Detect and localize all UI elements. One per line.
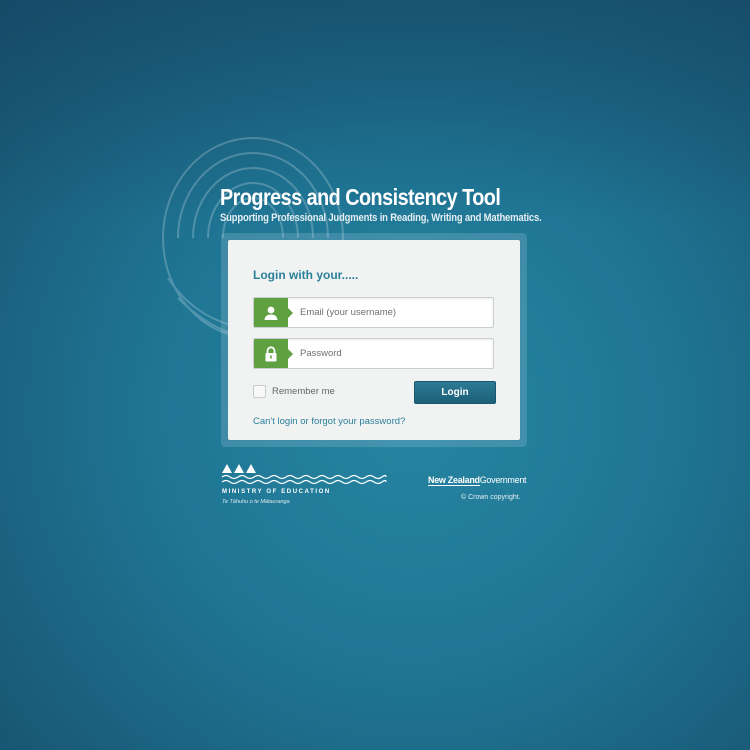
nz-government-text-1: New Zealand	[428, 475, 480, 486]
user-icon	[254, 298, 293, 327]
ministry-maori-name: Te Tāhuhu o te Mātauranga	[222, 499, 290, 505]
login-heading: Login with your.....	[253, 268, 359, 282]
app-subtitle: Supporting Professional Judgments in Rea…	[220, 212, 542, 224]
login-card: Login with your..... Remem	[228, 240, 520, 440]
app-title: Progress and Consistency Tool	[220, 184, 501, 210]
password-field[interactable]	[253, 338, 494, 369]
email-field[interactable]	[253, 297, 494, 328]
copyright-text: © Crown copyright.	[461, 494, 521, 501]
password-input[interactable]	[300, 343, 480, 364]
lock-icon	[254, 339, 293, 368]
login-button[interactable]: Login	[414, 381, 496, 404]
header: Progress and Consistency Tool Supporting…	[220, 183, 542, 225]
remember-me-checkbox[interactable]	[253, 385, 266, 398]
remember-me-label[interactable]: Remember me	[272, 386, 335, 397]
nz-government-text-2: Government	[479, 475, 527, 485]
ministry-name: MINISTRY OF EDUCATION	[222, 489, 331, 495]
remember-me[interactable]: Remember me	[253, 385, 335, 398]
forgot-password-link[interactable]: Can't login or forgot your password?	[253, 416, 405, 427]
email-input[interactable]	[300, 302, 480, 323]
login-card-frame: Login with your..... Remem	[221, 233, 527, 447]
nz-government-logo: New ZealandGovernment	[428, 475, 527, 486]
